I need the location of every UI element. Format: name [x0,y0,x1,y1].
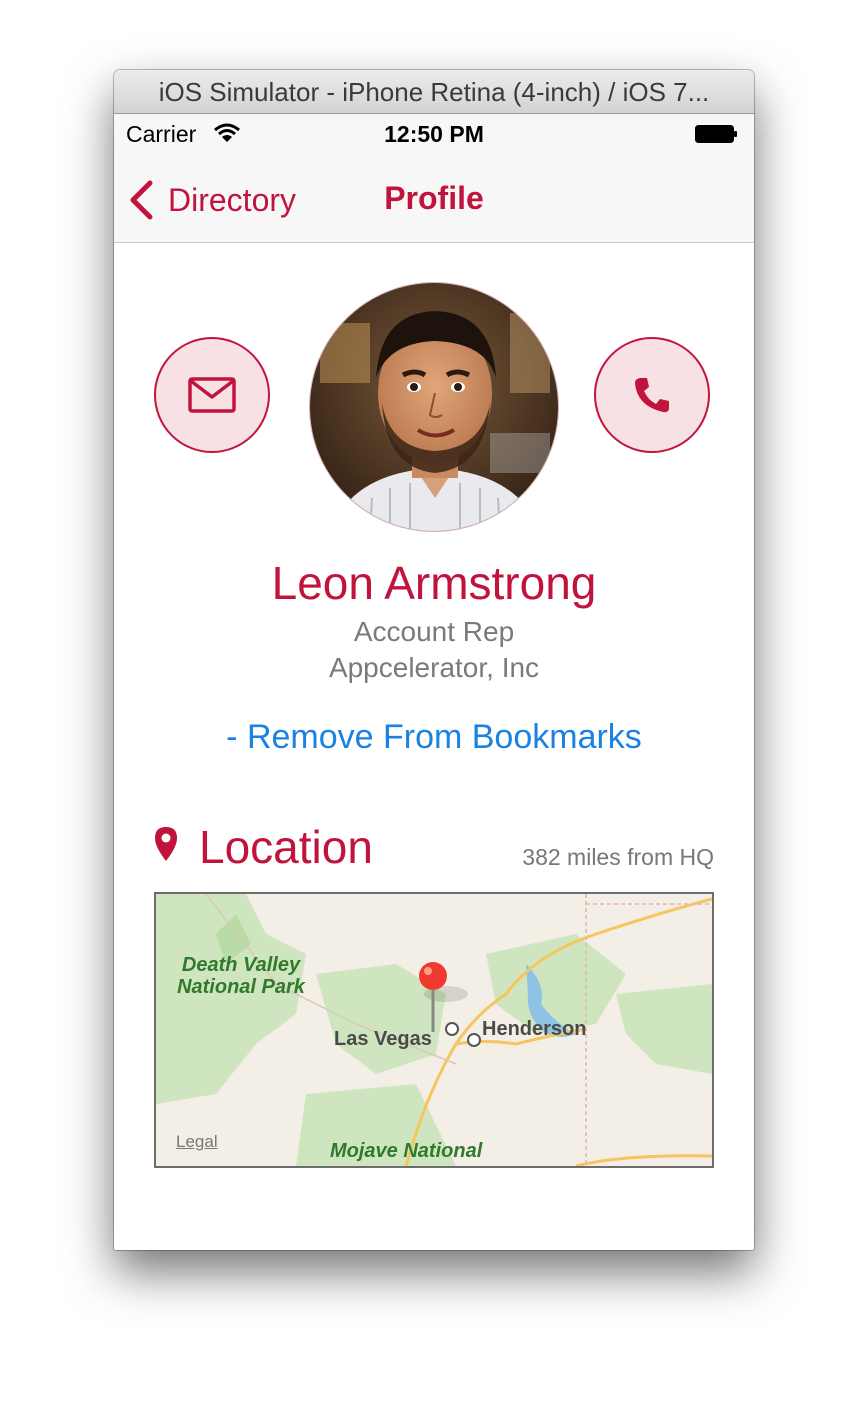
map-pin-icon [155,827,177,861]
status-bar: Carrier 12:50 PM [114,114,754,156]
avatar-photo [310,283,558,531]
map-label-las-vegas: Las Vegas [334,1028,432,1050]
avatar [309,282,559,532]
profile-company: Appcelerator, Inc [328,652,540,683]
remove-bookmark-link[interactable]: - Remove From Bookmarks [114,718,754,757]
phone-screen: Carrier 12:50 PM Directory Profile Leon … [114,114,754,1250]
status-time: 12:50 PM [384,121,484,147]
distance-label: 382 miles from HQ [522,844,714,870]
map-label-henderson: Henderson [482,1018,587,1040]
map-label-mojave: Mojave National [330,1140,483,1162]
battery-icon [695,125,737,143]
profile-job-title: Account Rep [353,616,515,647]
simulator-window: iOS Simulator - iPhone Retina (4-inch) /… [114,70,754,1250]
map-tiles [156,894,712,1166]
profile-name: Leon Armstrong [271,557,597,609]
window-title: iOS Simulator - iPhone Retina (4-inch) /… [114,70,754,114]
map-label-death-valley: Death Valley National Park [177,954,305,998]
location-title: Location [199,821,373,873]
email-button[interactable] [154,337,270,453]
map-legal-link[interactable]: Legal [176,1132,218,1152]
location-map[interactable]: Death Valley National Park Las Vegas Hen… [154,892,714,1168]
call-button[interactable] [594,337,710,453]
navigation-bar: Directory Profile [114,156,754,243]
location-header: Location 382 miles from HQ [154,820,714,876]
phone-icon [635,378,669,413]
page-title: Profile [384,180,484,216]
envelope-icon [188,377,236,413]
